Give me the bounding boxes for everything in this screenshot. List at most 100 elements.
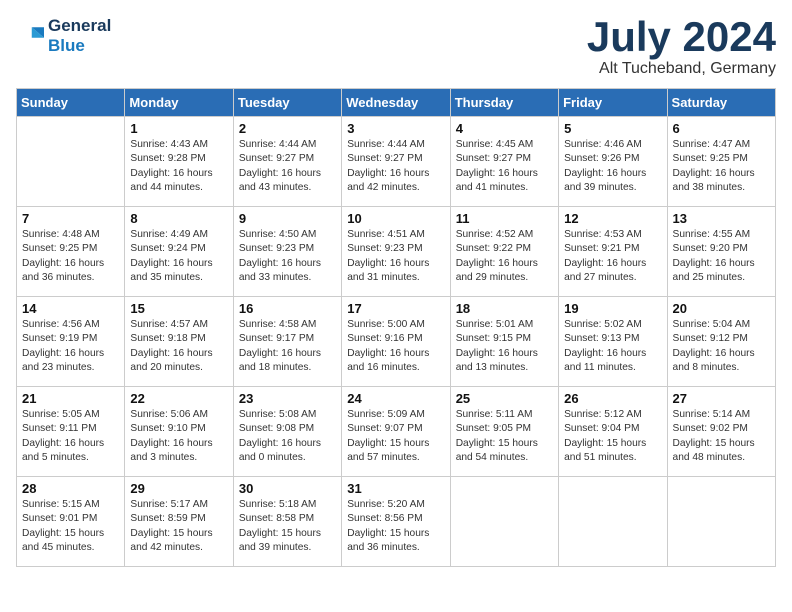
header: General Blue July 2024 Alt Tucheband, Ge… [16, 16, 776, 78]
day-number: 29 [130, 481, 227, 496]
location-title: Alt Tucheband, Germany [587, 60, 776, 78]
day-info: Sunrise: 4:51 AM Sunset: 9:23 PM Dayligh… [347, 228, 444, 285]
day-info: Sunrise: 5:00 AM Sunset: 9:16 PM Dayligh… [347, 318, 444, 375]
day-info: Sunrise: 4:55 AM Sunset: 9:20 PM Dayligh… [673, 228, 770, 285]
day-info: Sunrise: 4:49 AM Sunset: 9:24 PM Dayligh… [130, 228, 227, 285]
calendar-cell: 30 Sunrise: 5:18 AM Sunset: 8:58 PM Dayli… [233, 477, 341, 567]
day-number: 26 [564, 391, 661, 406]
day-number: 14 [22, 301, 119, 316]
weekday-header-thursday: Thursday [450, 89, 558, 117]
calendar-cell: 28 Sunrise: 5:15 AM Sunset: 9:01 PM Dayli… [17, 477, 125, 567]
day-info: Sunrise: 4:45 AM Sunset: 9:27 PM Dayligh… [456, 138, 553, 195]
week-row-3: 14 Sunrise: 4:56 AM Sunset: 9:19 PM Dayli… [17, 297, 776, 387]
calendar-cell: 22 Sunrise: 5:06 AM Sunset: 9:10 PM Dayli… [125, 387, 233, 477]
day-info: Sunrise: 5:08 AM Sunset: 9:08 PM Dayligh… [239, 408, 336, 465]
day-info: Sunrise: 4:50 AM Sunset: 9:23 PM Dayligh… [239, 228, 336, 285]
calendar-table: SundayMondayTuesdayWednesdayThursdayFrid… [16, 88, 776, 567]
week-row-4: 21 Sunrise: 5:05 AM Sunset: 9:11 PM Dayli… [17, 387, 776, 477]
day-info: Sunrise: 4:52 AM Sunset: 9:22 PM Dayligh… [456, 228, 553, 285]
calendar-cell: 19Sunrise: 5:02 AM Sunset: 9:13 PM Dayli… [559, 297, 667, 387]
day-number: 7 [22, 211, 119, 226]
weekday-header-saturday: Saturday [667, 89, 775, 117]
logo: General Blue [16, 16, 111, 56]
day-number: 13 [673, 211, 770, 226]
day-info: Sunrise: 5:11 AM Sunset: 9:05 PM Dayligh… [456, 408, 553, 465]
day-info: Sunrise: 4:53 AM Sunset: 9:21 PM Dayligh… [564, 228, 661, 285]
day-info: Sunrise: 4:58 AM Sunset: 9:17 PM Dayligh… [239, 318, 336, 375]
calendar-cell: 8Sunrise: 4:49 AM Sunset: 9:24 PM Daylig… [125, 207, 233, 297]
calendar-cell: 12 Sunrise: 4:53 AM Sunset: 9:21 PM Dayli… [559, 207, 667, 297]
day-number: 17 [347, 301, 444, 316]
week-row-5: 28 Sunrise: 5:15 AM Sunset: 9:01 PM Dayli… [17, 477, 776, 567]
calendar-cell: 31 Sunrise: 5:20 AM Sunset: 8:56 PM Dayli… [342, 477, 450, 567]
calendar-cell: 15 Sunrise: 4:57 AM Sunset: 9:18 PM Dayli… [125, 297, 233, 387]
calendar-cell: 10 Sunrise: 4:51 AM Sunset: 9:23 PM Dayli… [342, 207, 450, 297]
calendar-cell [450, 477, 558, 567]
day-number: 4 [456, 121, 553, 136]
calendar-cell: 11 Sunrise: 4:52 AM Sunset: 9:22 PM Dayli… [450, 207, 558, 297]
weekday-header-wednesday: Wednesday [342, 89, 450, 117]
day-number: 22 [130, 391, 227, 406]
calendar-cell: 17 Sunrise: 5:00 AM Sunset: 9:16 PM Dayli… [342, 297, 450, 387]
day-info: Sunrise: 4:47 AM Sunset: 9:25 PM Dayligh… [673, 138, 770, 195]
calendar-cell [667, 477, 775, 567]
day-info: Sunrise: 5:20 AM Sunset: 8:56 PM Dayligh… [347, 498, 444, 555]
day-number: 2 [239, 121, 336, 136]
month-title: July 2024 [587, 16, 776, 58]
day-number: 28 [22, 481, 119, 496]
day-number: 31 [347, 481, 444, 496]
calendar-cell: 9 Sunrise: 4:50 AM Sunset: 9:23 PM Daylig… [233, 207, 341, 297]
day-info: Sunrise: 5:17 AM Sunset: 8:59 PM Dayligh… [130, 498, 227, 555]
calendar-cell: 2 Sunrise: 4:44 AM Sunset: 9:27 PM Daylig… [233, 117, 341, 207]
day-number: 6 [673, 121, 770, 136]
weekday-header-row: SundayMondayTuesdayWednesdayThursdayFrid… [17, 89, 776, 117]
calendar-cell: 16Sunrise: 4:58 AM Sunset: 9:17 PM Dayli… [233, 297, 341, 387]
calendar-cell: 25 Sunrise: 5:11 AM Sunset: 9:05 PM Dayli… [450, 387, 558, 477]
day-info: Sunrise: 5:04 AM Sunset: 9:12 PM Dayligh… [673, 318, 770, 375]
day-info: Sunrise: 5:14 AM Sunset: 9:02 PM Dayligh… [673, 408, 770, 465]
day-info: Sunrise: 4:44 AM Sunset: 9:27 PM Dayligh… [239, 138, 336, 195]
calendar-cell: 29 Sunrise: 5:17 AM Sunset: 8:59 PM Dayli… [125, 477, 233, 567]
day-number: 9 [239, 211, 336, 226]
calendar-cell: 3Sunrise: 4:44 AM Sunset: 9:27 PM Daylig… [342, 117, 450, 207]
calendar-cell: 26 Sunrise: 5:12 AM Sunset: 9:04 PM Dayli… [559, 387, 667, 477]
day-number: 3 [347, 121, 444, 136]
day-number: 27 [673, 391, 770, 406]
calendar-cell [559, 477, 667, 567]
day-number: 11 [456, 211, 553, 226]
day-info: Sunrise: 4:43 AM Sunset: 9:28 PM Dayligh… [130, 138, 227, 195]
day-number: 20 [673, 301, 770, 316]
calendar-cell: 1 Sunrise: 4:43 AM Sunset: 9:28 PM Daylig… [125, 117, 233, 207]
day-info: Sunrise: 4:56 AM Sunset: 9:19 PM Dayligh… [22, 318, 119, 375]
calendar-cell: 23 Sunrise: 5:08 AM Sunset: 9:08 PM Dayli… [233, 387, 341, 477]
calendar-cell [17, 117, 125, 207]
day-number: 30 [239, 481, 336, 496]
day-number: 10 [347, 211, 444, 226]
logo-text: General Blue [48, 16, 111, 56]
day-number: 1 [130, 121, 227, 136]
day-number: 25 [456, 391, 553, 406]
calendar-cell: 7Sunrise: 4:48 AM Sunset: 9:25 PM Daylig… [17, 207, 125, 297]
day-info: Sunrise: 5:09 AM Sunset: 9:07 PM Dayligh… [347, 408, 444, 465]
calendar-cell: 20 Sunrise: 5:04 AM Sunset: 9:12 PM Dayli… [667, 297, 775, 387]
week-row-2: 7Sunrise: 4:48 AM Sunset: 9:25 PM Daylig… [17, 207, 776, 297]
calendar-cell: 6 Sunrise: 4:47 AM Sunset: 9:25 PM Daylig… [667, 117, 775, 207]
week-row-1: 1 Sunrise: 4:43 AM Sunset: 9:28 PM Daylig… [17, 117, 776, 207]
day-number: 23 [239, 391, 336, 406]
day-number: 15 [130, 301, 227, 316]
day-info: Sunrise: 4:57 AM Sunset: 9:18 PM Dayligh… [130, 318, 227, 375]
day-number: 21 [22, 391, 119, 406]
day-number: 18 [456, 301, 553, 316]
day-number: 24 [347, 391, 444, 406]
day-number: 12 [564, 211, 661, 226]
day-info: Sunrise: 4:46 AM Sunset: 9:26 PM Dayligh… [564, 138, 661, 195]
weekday-header-monday: Monday [125, 89, 233, 117]
day-info: Sunrise: 5:12 AM Sunset: 9:04 PM Dayligh… [564, 408, 661, 465]
day-info: Sunrise: 5:18 AM Sunset: 8:58 PM Dayligh… [239, 498, 336, 555]
day-info: Sunrise: 5:06 AM Sunset: 9:10 PM Dayligh… [130, 408, 227, 465]
title-area: July 2024 Alt Tucheband, Germany [587, 16, 776, 78]
calendar-cell: 14 Sunrise: 4:56 AM Sunset: 9:19 PM Dayli… [17, 297, 125, 387]
day-info: Sunrise: 5:05 AM Sunset: 9:11 PM Dayligh… [22, 408, 119, 465]
weekday-header-friday: Friday [559, 89, 667, 117]
day-info: Sunrise: 5:15 AM Sunset: 9:01 PM Dayligh… [22, 498, 119, 555]
